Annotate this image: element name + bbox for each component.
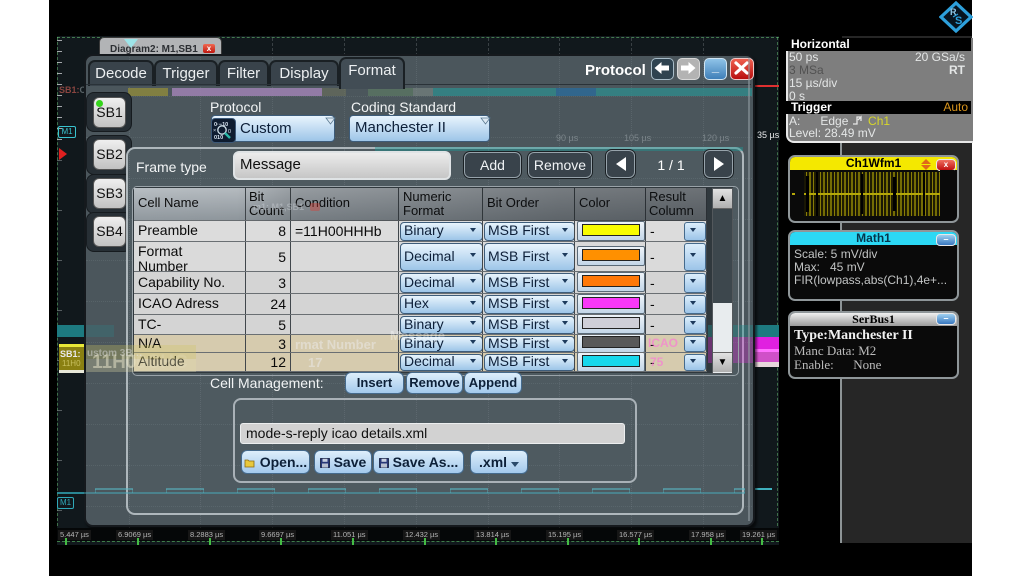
svg-text:0: 0 xyxy=(228,129,231,135)
svg-text:×: × xyxy=(213,128,216,134)
svg-text:010: 010 xyxy=(214,135,223,141)
svg-text:S: S xyxy=(955,15,962,27)
